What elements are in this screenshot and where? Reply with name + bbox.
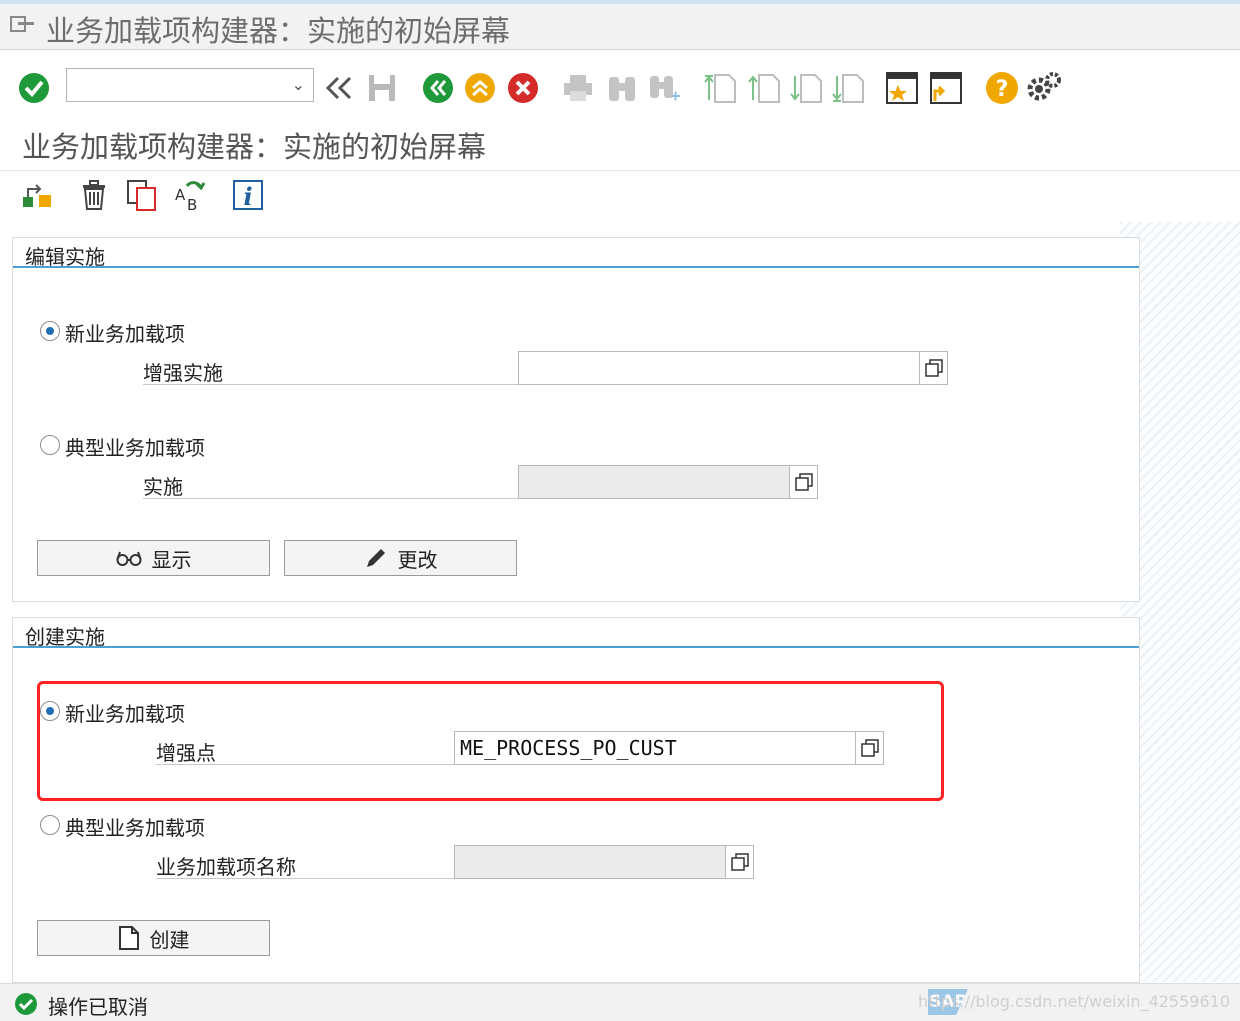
create-button[interactable]: 创建: [37, 920, 270, 956]
save-icon[interactable]: [364, 70, 400, 106]
success-icon: [15, 993, 37, 1015]
status-message: 操作已取消: [48, 995, 148, 1019]
next-page-icon[interactable]: [788, 70, 824, 106]
window-title: 业务加载项构建器：实施的初始屏幕: [46, 14, 511, 48]
svg-text:B: B: [187, 196, 197, 212]
exit-icon[interactable]: [462, 70, 498, 106]
svg-text:A: A: [175, 186, 186, 204]
group-title: 创建实施: [25, 625, 105, 649]
radio-classic-badi-label: 典型业务加载项: [65, 816, 205, 840]
standard-toolbar: ⌄ ?: [0, 62, 1240, 118]
hierarchy-icon[interactable]: [18, 177, 54, 213]
value-help-icon[interactable]: [919, 352, 947, 384]
badi-name-label: 业务加载项名称: [156, 847, 455, 879]
radio-classic-badi-label: 典型业务加载项: [65, 436, 205, 460]
radio-new-badi[interactable]: [40, 321, 60, 341]
display-button[interactable]: 显示: [37, 540, 270, 576]
chevron-down-icon[interactable]: ⌄: [292, 75, 305, 94]
cancel-icon[interactable]: [505, 70, 541, 106]
change-button[interactable]: 更改: [284, 540, 517, 576]
value-help-icon[interactable]: [725, 846, 753, 878]
create-button-label: 创建: [149, 927, 190, 952]
implementation-label: 实施: [143, 467, 519, 499]
value-help-icon[interactable]: [789, 466, 817, 498]
first-page-icon[interactable]: [702, 70, 738, 106]
application-toolbar: AB i: [0, 170, 1240, 222]
screen-title: 业务加载项构建器：实施的初始屏幕: [22, 130, 487, 164]
enhancement-implementation-label: 增强实施: [143, 353, 519, 385]
back-icon[interactable]: [322, 70, 358, 106]
new-session-icon[interactable]: [928, 70, 964, 106]
enhancement-implementation-input[interactable]: [518, 351, 948, 385]
new-document-icon: [118, 926, 139, 950]
glasses-icon: [116, 551, 141, 566]
back-green-icon[interactable]: [420, 70, 456, 106]
last-page-icon[interactable]: [830, 70, 866, 106]
watermark-text: https://blog.csdn.net/weixin_42559610: [917, 992, 1230, 1011]
create-shortcut-icon[interactable]: [884, 70, 920, 106]
help-icon[interactable]: ?: [984, 70, 1020, 106]
implementation-input: [518, 465, 818, 499]
find-icon[interactable]: [604, 70, 640, 106]
pencil-icon: [366, 549, 385, 567]
status-bar: 操作已取消 SAP https://blog.csdn.net/weixin_4…: [0, 983, 1240, 1021]
command-field[interactable]: ⌄: [66, 68, 314, 102]
settings-icon[interactable]: [1026, 70, 1062, 106]
edit-implementation-group: 编辑实施 新业务加载项 增强实施 典型业务加载项 实施 显示 更改: [12, 237, 1140, 602]
find-next-icon[interactable]: [646, 70, 682, 106]
group-header: 创建实施: [13, 618, 1139, 649]
copy-icon[interactable]: [124, 177, 160, 213]
window-title-bar: 业务加载项构建器：实施的初始屏幕: [0, 0, 1240, 50]
change-button-label: 更改: [397, 547, 438, 572]
radio-classic-badi[interactable]: [40, 435, 60, 455]
svg-text:?: ?: [996, 77, 1009, 102]
previous-page-icon[interactable]: [746, 70, 782, 106]
menu-icon[interactable]: [10, 14, 36, 36]
group-header: 编辑实施: [13, 238, 1139, 269]
badi-name-input: [454, 845, 754, 879]
group-title: 编辑实施: [25, 245, 105, 269]
radio-new-badi-label: 新业务加载项: [65, 322, 185, 346]
delete-icon[interactable]: [76, 177, 112, 213]
print-icon[interactable]: [560, 70, 596, 106]
highlight-box: [37, 681, 944, 801]
display-button-label: 显示: [151, 547, 192, 572]
svg-text:i: i: [243, 182, 252, 211]
enter-icon[interactable]: [16, 70, 52, 106]
rename-icon[interactable]: AB: [172, 177, 208, 213]
info-icon[interactable]: i: [230, 177, 266, 213]
radio-classic-badi[interactable]: [40, 815, 60, 835]
